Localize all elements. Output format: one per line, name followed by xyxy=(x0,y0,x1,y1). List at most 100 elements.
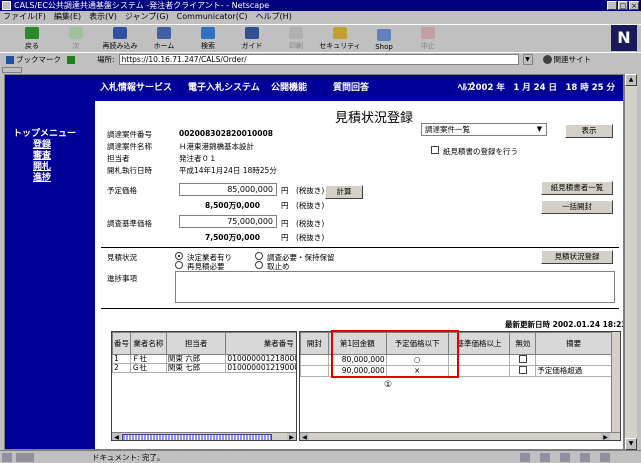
page-title: 見積状況登録 xyxy=(335,111,414,126)
maximize-button[interactable]: □ xyxy=(618,1,628,10)
related-sites-icon xyxy=(542,55,552,64)
estimate-status-label: 見積状況 xyxy=(107,253,137,262)
survey-price-input[interactable]: 75,000,000 xyxy=(179,215,277,228)
scroll-left-icon[interactable]: ◀ xyxy=(112,433,121,440)
component-bar-navigator-icon[interactable] xyxy=(520,453,530,462)
planned-price-unit: 円 (税抜き) xyxy=(281,186,325,195)
reload-button[interactable]: 再読み込み xyxy=(98,25,142,53)
amount-table-vscroll[interactable] xyxy=(611,332,620,432)
bidder-table: 番号 業者名称 担当者 業者番号 1 Ｆ社 関東 六郎 010000001218… xyxy=(111,331,297,441)
col-header-company: 業者名称 xyxy=(129,332,167,355)
radio-re-estimate[interactable] xyxy=(175,261,183,269)
url-field[interactable]: https://10.16.71.247/CALS/Order/ xyxy=(118,54,519,65)
invalid-checkbox[interactable] xyxy=(518,355,527,363)
app-icon xyxy=(2,1,11,10)
display-button[interactable]: 表示 xyxy=(565,124,613,138)
url-dropdown-chevron-down-icon[interactable]: ▼ xyxy=(522,54,533,65)
divider-top xyxy=(101,247,619,248)
scroll-right-icon[interactable]: ▶ xyxy=(601,433,610,440)
top-nav-bar: 入札情報サービス 電子入札システム 公開機能 質問回答 ﾍﾙﾌﾟ 2002 年 … xyxy=(95,75,623,101)
back-button[interactable]: 戻る xyxy=(10,25,54,53)
netscape-logo: N xyxy=(611,25,637,51)
window-titlebar: CALS/EC公共調達共通基盤システム -発注者クライアント- - Netsca… xyxy=(0,0,641,11)
page-vscroll[interactable]: ▲ ▼ xyxy=(624,74,637,450)
amount-table-hscroll[interactable]: ◀ ▶ xyxy=(300,432,620,440)
nav-public-functions[interactable]: 公開機能 xyxy=(271,75,307,101)
menu-help[interactable]: ヘルプ(H) xyxy=(256,11,292,23)
scroll-right-icon[interactable]: ▶ xyxy=(287,433,296,440)
nav-e-bidding[interactable]: 電子入札システム xyxy=(188,75,260,101)
location-icon xyxy=(67,55,75,64)
nav-qa[interactable]: 質問回答 xyxy=(333,75,369,101)
sidebar-item-progress[interactable]: 進捗 xyxy=(33,170,51,183)
collapse-tab[interactable] xyxy=(2,67,22,73)
close-button[interactable]: × xyxy=(629,1,639,10)
invalid-checkbox[interactable] xyxy=(518,366,527,374)
last-updated: 最新更新日時 2002.01.24 18:23 xyxy=(505,320,624,329)
nav-bid-info[interactable]: 入札情報サービス xyxy=(100,75,172,101)
bidder-table-hscroll[interactable]: ◀ ▶ xyxy=(112,432,296,440)
reload-icon xyxy=(113,27,127,39)
scroll-down-icon[interactable]: ▼ xyxy=(625,438,637,450)
survey-price-label: 調査基準価格 xyxy=(107,219,152,228)
guide-button[interactable]: ガイド xyxy=(230,25,274,53)
component-bar-mail-icon[interactable] xyxy=(540,453,550,462)
scroll-thumb[interactable] xyxy=(122,434,272,440)
forward-button[interactable]: 次 xyxy=(54,25,98,53)
menu-communicator[interactable]: Communicator(C) xyxy=(177,11,248,23)
radio-decided[interactable] xyxy=(175,252,183,260)
component-bar-edit-icon[interactable] xyxy=(600,453,610,462)
cell-remarks: 予定価格超過 xyxy=(535,365,612,377)
field-label-case-name: 調達案件名称 xyxy=(107,142,152,151)
scroll-up-icon[interactable]: ▲ xyxy=(625,74,637,86)
calculate-button[interactable]: 計算 xyxy=(325,185,363,199)
progress-notes-textarea[interactable] xyxy=(175,271,615,303)
survey-price-man: 7,500万0,000 xyxy=(205,233,260,242)
security-button[interactable]: セキュリティ xyxy=(318,25,362,53)
progress-notes-label: 進捗事項 xyxy=(107,274,137,283)
paper-estimate-list-button[interactable]: 紙見積書者一覧 xyxy=(541,181,613,195)
planned-price-label: 予定価格 xyxy=(107,186,137,195)
home-icon xyxy=(157,27,171,39)
case-list-select-value: 調達案件一覧 xyxy=(425,125,470,134)
home-button[interactable]: ホーム xyxy=(142,25,186,53)
col-header-open: 開封 xyxy=(300,332,329,355)
radio-cancel[interactable] xyxy=(255,261,263,269)
component-bar-composer-icon[interactable] xyxy=(580,453,590,462)
stop-button[interactable]: 中止 xyxy=(406,25,450,53)
menu-go[interactable]: ジャンプ(G) xyxy=(125,11,169,23)
paper-estimate-checkbox-label: 紙見積書の登録を行う xyxy=(443,147,518,156)
bookmarks-button[interactable]: ブックマーク xyxy=(16,54,61,65)
search-button[interactable]: 検索 xyxy=(186,25,230,53)
window-title: CALS/EC公共調達共通基盤システム -発注者クライアント- - Netsca… xyxy=(14,1,270,10)
current-datetime: 2002 年 1 月 24 日 18 時 25 分 xyxy=(469,83,615,93)
security-icon[interactable] xyxy=(2,453,12,462)
connection-icon xyxy=(16,453,34,462)
menu-file[interactable]: ファイル(F) xyxy=(3,11,46,23)
bulk-open-button[interactable]: 一括開封 xyxy=(541,200,613,214)
scroll-left-icon[interactable]: ◀ xyxy=(300,433,309,440)
register-status-button[interactable]: 見積状況登録 xyxy=(541,250,613,264)
paper-estimate-checkbox[interactable] xyxy=(431,146,439,154)
status-bar: ドキュメント: 完了。 xyxy=(0,450,641,463)
table-row[interactable]: 1 Ｆ社 関東 六郎 0100000012180001 xyxy=(112,354,296,364)
radio-survey-needed[interactable] xyxy=(255,252,263,260)
table-row[interactable]: 2 Ｇ社 関東 七郎 0100000012190001 xyxy=(112,363,296,373)
field-value-opening-date: 平成14年1月24日 18時25分 xyxy=(179,166,277,175)
case-list-select[interactable]: 調達案件一覧 ▼ xyxy=(421,123,547,136)
cell-invalid xyxy=(509,354,537,366)
component-bar-news-icon[interactable] xyxy=(560,453,570,462)
minimize-button[interactable]: _ xyxy=(607,1,617,10)
chevron-down-icon: ▼ xyxy=(536,125,543,133)
col-header-person: 担当者 xyxy=(165,332,227,355)
related-sites-button[interactable]: 関連サイト xyxy=(554,54,592,65)
planned-price-input[interactable]: 85,000,000 xyxy=(179,183,277,196)
menu-view[interactable]: 表示(V) xyxy=(89,11,117,23)
cell-company: Ｇ社 xyxy=(129,363,167,373)
shop-button[interactable]: Shop xyxy=(362,25,406,53)
shop-icon xyxy=(377,29,391,41)
content-frame: トップメニュー 登録 審査 開札 進捗 入札情報サービス 電子入札システム 公開… xyxy=(4,74,624,450)
print-button[interactable]: 印刷 xyxy=(274,25,318,53)
guide-icon xyxy=(245,27,259,39)
menu-edit[interactable]: 編集(E) xyxy=(54,11,81,23)
